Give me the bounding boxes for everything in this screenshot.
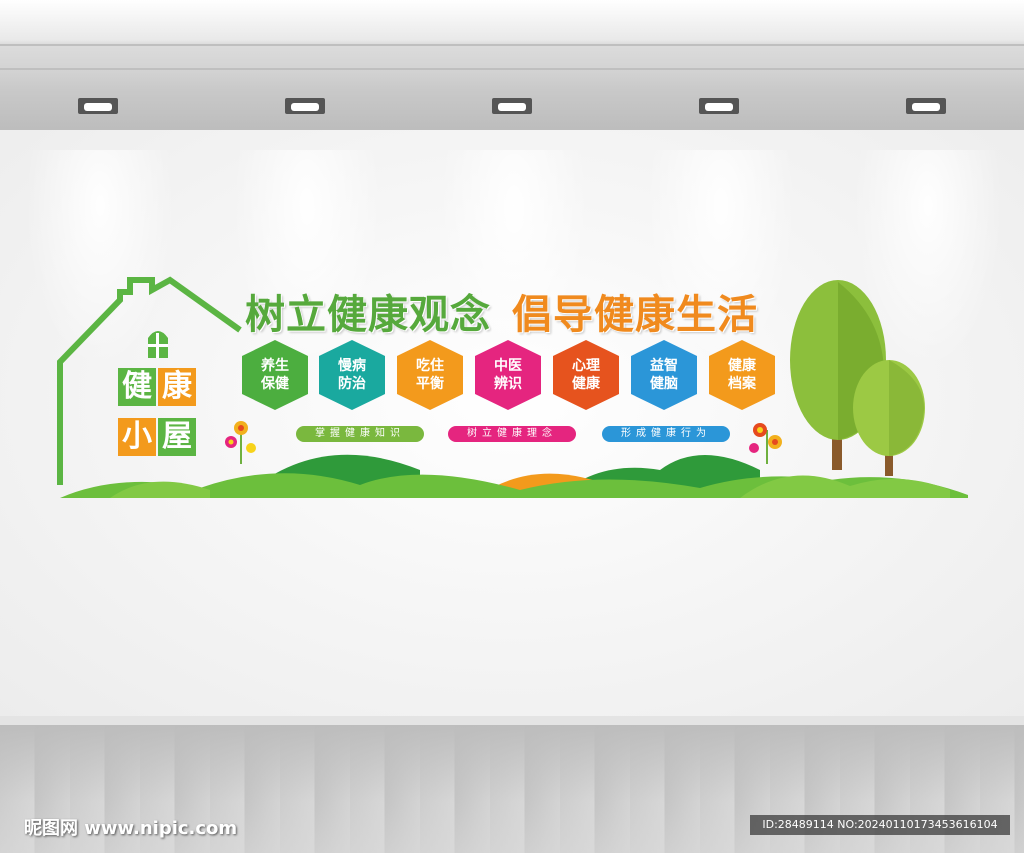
hex-badge: 健康档案 — [709, 340, 775, 410]
sign-char: 健 — [118, 368, 156, 406]
headline-part2: 倡导健康生活 — [512, 292, 758, 338]
hex-badge-label: 益智健脑 — [650, 358, 678, 392]
site-watermark: 昵图网 www.nipic.com — [24, 818, 238, 839]
hex-badge-label: 心理健康 — [572, 358, 600, 392]
flower-icon — [225, 421, 256, 464]
hex-badge-label: 吃住平衡 — [416, 358, 444, 392]
hills-icon — [60, 454, 968, 498]
hex-badge-label: 健康档案 — [728, 358, 756, 392]
headline-part1: 树立健康观念 — [245, 292, 491, 338]
image-id-watermark: ID:28489114 NO:20240110173453616104 — [750, 815, 1010, 835]
hex-badge-label: 养生保健 — [261, 358, 289, 392]
slogan-pill: 掌握健康知识 — [296, 426, 424, 442]
slogan-pill: 形成健康行为 — [602, 426, 730, 442]
hex-badge: 益智健脑 — [631, 340, 697, 410]
hex-badge: 养生保健 — [242, 340, 308, 410]
hex-badge: 心理健康 — [553, 340, 619, 410]
hex-badge-label: 慢病防治 — [338, 358, 366, 392]
tree-small-icon — [853, 360, 925, 476]
hex-badge-label: 中医辨识 — [494, 358, 522, 392]
hex-badge: 慢病防治 — [319, 340, 385, 410]
slogan-pill: 树立健康理念 — [448, 426, 576, 442]
hex-badge: 中医辨识 — [475, 340, 541, 410]
sign-char: 屋 — [158, 418, 196, 456]
hex-badge: 吃住平衡 — [397, 340, 463, 410]
sign-char: 小 — [118, 418, 156, 456]
window-icon — [148, 331, 168, 358]
sign-char: 康 — [158, 368, 196, 406]
flower-icon — [749, 423, 782, 464]
